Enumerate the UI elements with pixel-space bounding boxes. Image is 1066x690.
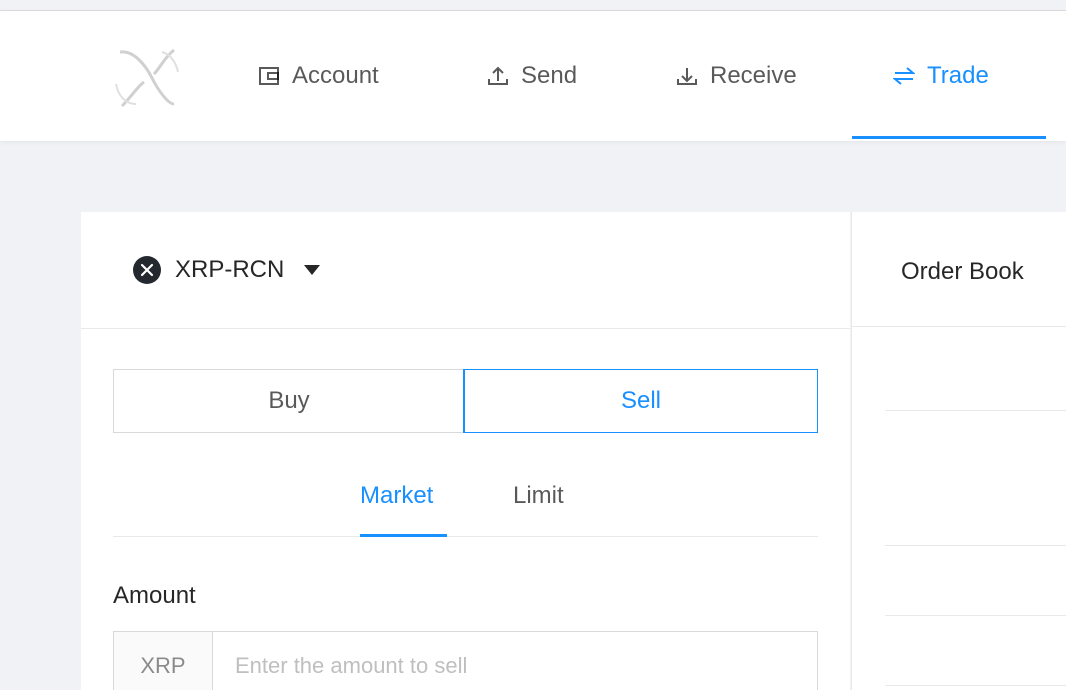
amount-input-group: XRP xyxy=(113,631,818,690)
tabs-divider xyxy=(113,536,818,537)
order-book-row-divider xyxy=(885,410,1066,411)
upload-icon xyxy=(488,66,508,85)
nav-send[interactable]: Send xyxy=(487,11,577,141)
tab-active-indicator xyxy=(360,534,447,537)
caret-down-icon xyxy=(304,265,321,275)
wallet-icon xyxy=(259,67,279,85)
nav-receive-label: Receive xyxy=(710,62,797,89)
pair-label: XRP-RCN xyxy=(175,256,285,283)
nav-trade[interactable]: Trade xyxy=(893,11,989,141)
trade-panel: XRP-RCN Buy Sell Market Limit Amount XRP xyxy=(81,212,850,690)
amount-input[interactable] xyxy=(213,632,817,690)
buy-button[interactable]: Buy xyxy=(113,369,465,433)
nav-send-label: Send xyxy=(521,62,578,89)
order-book-row-divider xyxy=(885,545,1066,546)
nav-active-indicator xyxy=(852,136,1046,139)
order-book-header-divider xyxy=(852,326,1066,327)
amount-currency-addon: XRP xyxy=(114,632,213,690)
pair-selector[interactable]: XRP-RCN xyxy=(133,256,321,284)
order-book-title: Order Book xyxy=(901,258,1024,285)
trade-panel-header: XRP-RCN xyxy=(81,212,850,329)
swap-icon xyxy=(893,67,915,85)
nav-trade-label: Trade xyxy=(927,62,989,89)
tab-limit[interactable]: Limit xyxy=(513,482,564,510)
download-icon xyxy=(677,68,697,85)
sell-button[interactable]: Sell xyxy=(464,369,818,433)
app-logo xyxy=(115,48,179,108)
order-book-row-divider xyxy=(885,685,1066,686)
order-book-panel: Order Book xyxy=(851,212,1066,690)
tab-market[interactable]: Market xyxy=(360,482,433,510)
order-book-row-divider xyxy=(885,615,1066,616)
xrp-coin-icon xyxy=(133,256,161,284)
nav-receive[interactable]: Receive xyxy=(676,11,797,141)
top-navigation: Account Send Receive Trade xyxy=(0,11,1066,141)
nav-account-label: Account xyxy=(292,62,379,89)
nav-account[interactable]: Account xyxy=(258,11,379,141)
amount-label: Amount xyxy=(113,582,196,609)
